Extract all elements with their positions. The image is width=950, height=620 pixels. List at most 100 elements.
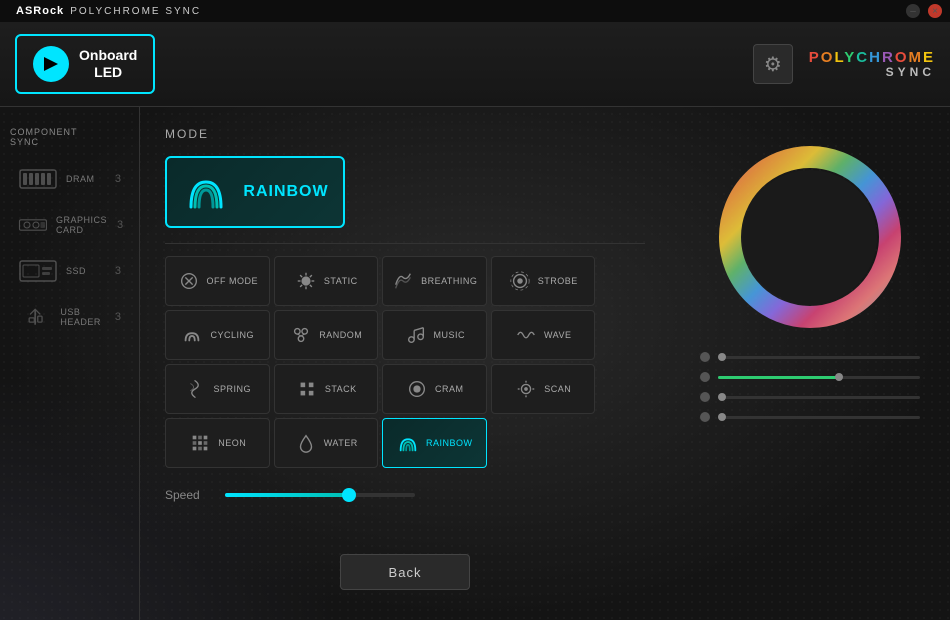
back-button[interactable]: Back xyxy=(340,554,470,590)
rainbow-tile-icon xyxy=(396,431,420,455)
app-header: OnboardLED ⚙ POLYCHROME SYNC xyxy=(0,22,950,107)
cram-label: CRAM xyxy=(435,384,464,394)
dram-count: 3 xyxy=(115,173,121,185)
mode-tile-spring[interactable]: SPRING xyxy=(165,364,270,414)
mode-tile-stack[interactable]: STACK xyxy=(274,364,379,414)
sync-text: SYNC xyxy=(886,66,935,79)
onboard-led-icon xyxy=(33,46,69,82)
mode-tile-cram[interactable]: CRAM xyxy=(382,364,487,414)
scan-icon xyxy=(514,377,538,401)
slider-thumb-2[interactable] xyxy=(835,373,843,381)
sidebar-item-dram[interactable]: DRAM 3 xyxy=(10,160,129,198)
ssd-icon xyxy=(18,258,58,284)
mode-tile-breathing[interactable]: BREATHING xyxy=(382,256,487,306)
close-button[interactable]: × xyxy=(928,4,942,18)
stack-icon xyxy=(295,377,319,401)
slider-thumb-4[interactable] xyxy=(718,413,726,421)
cycling-icon xyxy=(180,323,204,347)
music-icon xyxy=(404,323,428,347)
sidebar-item-gpu[interactable]: GRAPHICS CARD 3 xyxy=(10,206,129,244)
rainbow-tile-label: RAINBOW xyxy=(426,438,473,448)
slider-dot-1 xyxy=(700,352,710,362)
water-icon xyxy=(294,431,318,455)
slider-track-2[interactable] xyxy=(718,376,920,379)
water-label: WATER xyxy=(324,438,358,448)
selected-mode-display[interactable]: RAINBOW xyxy=(165,156,345,228)
app-logo: ASRock POLYCHROME SYNC xyxy=(8,5,898,17)
app-name-label: POLYCHROME SYNC xyxy=(70,6,201,17)
slider-row-1 xyxy=(700,352,920,362)
arrow-right-icon xyxy=(40,53,62,75)
slider-row-2 xyxy=(700,372,920,382)
music-label: MUSIC xyxy=(434,330,466,340)
dram-label: DRAM xyxy=(66,174,95,184)
ssd-count: 3 xyxy=(115,265,121,277)
gear-icon: ⚙ xyxy=(764,52,782,77)
minimize-button[interactable]: – xyxy=(906,4,920,18)
off-mode-icon xyxy=(177,269,201,293)
slider-row-4 xyxy=(700,412,920,422)
strobe-icon xyxy=(508,269,532,293)
scan-label: SCAN xyxy=(544,384,571,394)
mode-tile-scan[interactable]: SCAN xyxy=(491,364,596,414)
mode-tile-static[interactable]: STATIC xyxy=(274,256,379,306)
onboard-led-label: OnboardLED xyxy=(79,47,137,81)
polychrome-logo: POLYCHROME SYNC xyxy=(809,49,935,80)
random-icon xyxy=(289,323,313,347)
main-panel: MODE RAINBOW xyxy=(140,107,670,620)
mode-tile-off[interactable]: OFF MODE xyxy=(165,256,270,306)
breathing-label: BREATHING xyxy=(421,276,477,286)
speed-fill xyxy=(225,493,349,497)
slider-track-3[interactable] xyxy=(718,396,920,399)
slider-row-3 xyxy=(700,392,920,402)
gpu-count: 3 xyxy=(117,219,123,231)
slider-thumb-1[interactable] xyxy=(718,353,726,361)
main-area: OnboardLED ⚙ POLYCHROME SYNC COMPONENTSY… xyxy=(0,22,950,620)
mode-grid: OFF MODE xyxy=(165,256,595,468)
title-bar: ASRock POLYCHROME SYNC – × xyxy=(0,0,950,22)
usb-icon xyxy=(18,304,52,330)
strobe-label: STROBE xyxy=(538,276,578,286)
mode-grid-section: OFF MODE xyxy=(165,243,645,468)
right-panel xyxy=(670,107,950,620)
mode-tile-rainbow[interactable]: RAINBOW xyxy=(382,418,487,468)
stack-label: STACK xyxy=(325,384,357,394)
polychrome-text: POLYCHROME xyxy=(809,49,935,67)
sidebar-item-ssd[interactable]: SSD 3 xyxy=(10,252,129,290)
onboard-led-button[interactable]: OnboardLED xyxy=(15,34,155,94)
speed-thumb[interactable] xyxy=(342,488,356,502)
neon-label: NEON xyxy=(218,438,246,448)
rainbow-selected-icon xyxy=(181,167,231,217)
settings-button[interactable]: ⚙ xyxy=(753,44,793,84)
slider-track-1[interactable] xyxy=(718,356,920,359)
mode-section-label: MODE xyxy=(165,127,645,141)
mode-tile-wave[interactable]: WAVE xyxy=(491,310,596,360)
slider-fill-2 xyxy=(718,376,839,379)
mode-tile-random[interactable]: RANDOM xyxy=(274,310,379,360)
spring-icon xyxy=(183,377,207,401)
mode-tile-strobe[interactable]: STROBE xyxy=(491,256,596,306)
breathing-icon xyxy=(391,269,415,293)
speed-section: Speed xyxy=(165,488,645,502)
dram-icon xyxy=(18,166,58,192)
slider-dot-3 xyxy=(700,392,710,402)
slider-dot-4 xyxy=(700,412,710,422)
slider-track-4[interactable] xyxy=(718,416,920,419)
back-section: Back xyxy=(165,554,645,600)
speed-track[interactable] xyxy=(225,493,415,497)
mode-tile-cycling[interactable]: CYCLING xyxy=(165,310,270,360)
wave-icon xyxy=(514,323,538,347)
selected-mode-name: RAINBOW xyxy=(243,183,328,201)
slider-thumb-3[interactable] xyxy=(718,393,726,401)
sidebar: COMPONENTSYNC DRAM xyxy=(0,107,140,620)
content-area: COMPONENTSYNC DRAM xyxy=(0,107,950,620)
mode-tile-neon[interactable]: NEON xyxy=(165,418,270,468)
sidebar-item-usb[interactable]: USB HEADER 3 xyxy=(10,298,129,336)
mode-tile-music[interactable]: MUSIC xyxy=(382,310,487,360)
static-label: STATIC xyxy=(324,276,358,286)
neon-icon xyxy=(188,431,212,455)
random-label: RANDOM xyxy=(319,330,362,340)
ssd-label: SSD xyxy=(66,266,86,276)
mode-tile-water[interactable]: WATER xyxy=(274,418,379,468)
header-right: ⚙ POLYCHROME SYNC xyxy=(753,44,935,84)
